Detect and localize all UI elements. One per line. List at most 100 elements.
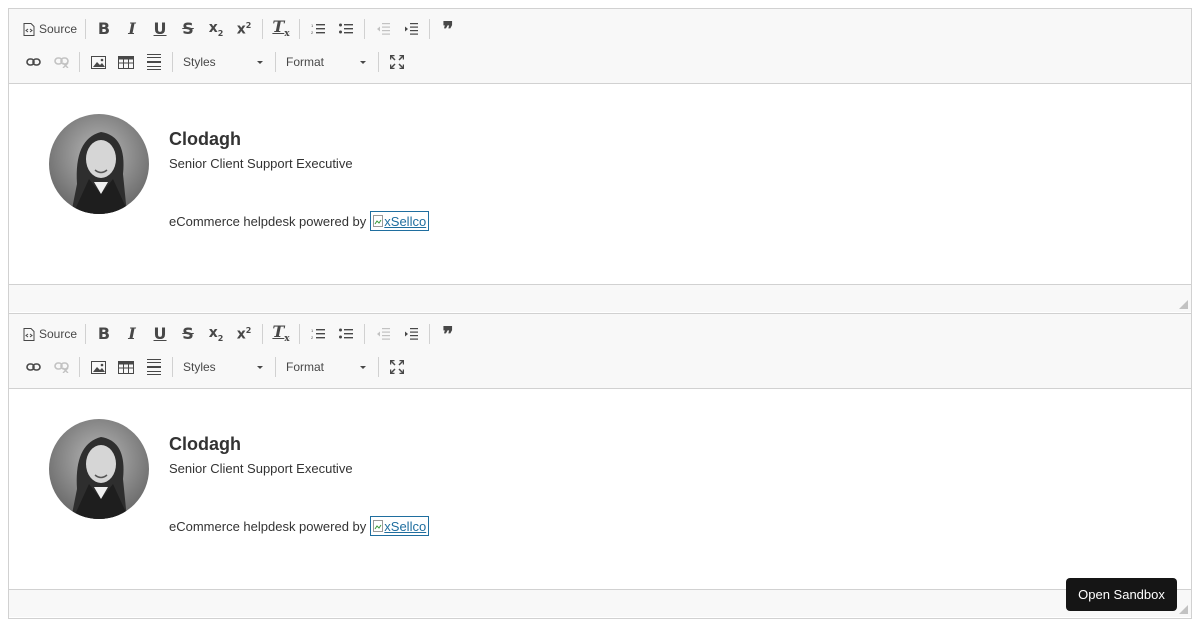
styles-dropdown[interactable]: Styles xyxy=(179,356,269,378)
indent-icon xyxy=(405,328,419,340)
superscript-icon: x2 xyxy=(236,325,252,343)
styles-label: Styles xyxy=(183,55,216,69)
unlink-icon xyxy=(53,362,69,373)
remove-format-icon: Tx xyxy=(272,321,290,345)
subscript-button[interactable]: x2 xyxy=(204,322,228,346)
superscript-button[interactable]: x2 xyxy=(232,322,256,346)
outdent-button[interactable] xyxy=(371,17,395,41)
unlink-button[interactable] xyxy=(49,355,73,379)
bulleted-list-button[interactable] xyxy=(334,17,358,41)
toolbar-separator xyxy=(79,357,80,377)
editor-1: Source B I U S x2 x2 Tx 12 ❞ Styles Form… xyxy=(8,8,1192,314)
chevron-down-icon xyxy=(257,365,263,369)
table-button[interactable] xyxy=(114,355,138,379)
toolbar-separator xyxy=(172,52,173,72)
maximize-button[interactable] xyxy=(385,50,409,74)
numbered-list-button[interactable]: 12 xyxy=(306,322,330,346)
toolbar-separator xyxy=(275,52,276,72)
table-icon xyxy=(118,360,134,374)
unlink-icon xyxy=(53,57,69,68)
table-icon xyxy=(118,55,134,69)
toolbar-separator xyxy=(429,324,431,344)
remove-format-icon: Tx xyxy=(272,16,290,40)
editor-bottom-bar xyxy=(9,589,1191,617)
blockquote-button[interactable]: ❞ xyxy=(436,17,460,41)
image-icon xyxy=(90,55,106,69)
source-button[interactable]: Source xyxy=(21,17,79,41)
indent-button[interactable] xyxy=(399,322,423,346)
italic-icon: I xyxy=(128,324,136,343)
remove-format-button[interactable]: Tx xyxy=(269,17,293,41)
editor-content[interactable]: Clodagh Senior Client Support Executive … xyxy=(9,389,1191,589)
unlink-button[interactable] xyxy=(49,50,73,74)
editor-2: Source B I U S x2 x2 Tx 12 ❞ Styles Form… xyxy=(8,313,1192,619)
signature-powered-by: eCommerce helpdesk powered by xSellco xyxy=(169,211,430,231)
italic-button[interactable]: I xyxy=(120,322,144,346)
strikethrough-icon: S xyxy=(182,19,194,38)
superscript-icon: x2 xyxy=(236,20,252,38)
resize-grip-icon[interactable] xyxy=(1179,605,1188,614)
image-button[interactable] xyxy=(86,50,110,74)
underline-icon: U xyxy=(153,324,167,343)
svg-text:2: 2 xyxy=(311,335,314,340)
format-dropdown[interactable]: Format xyxy=(282,356,372,378)
outdent-icon xyxy=(377,23,391,35)
editor-bottom-bar xyxy=(9,284,1191,312)
strikethrough-button[interactable]: S xyxy=(176,17,200,41)
horizontal-line-button[interactable] xyxy=(142,50,166,74)
strikethrough-button[interactable]: S xyxy=(176,322,200,346)
xsellco-logo-link[interactable]: xSellco xyxy=(370,211,430,231)
svg-text:1: 1 xyxy=(311,328,314,333)
open-sandbox-button[interactable]: Open Sandbox xyxy=(1066,578,1177,611)
numbered-list-icon: 12 xyxy=(311,23,326,35)
xsellco-logo-link[interactable]: xSellco xyxy=(370,516,430,536)
toolbar-separator xyxy=(364,19,366,39)
toolbar-row-2: Styles Format xyxy=(19,48,411,76)
styles-dropdown[interactable]: Styles xyxy=(179,51,269,73)
resize-grip-icon[interactable] xyxy=(1179,300,1188,309)
source-icon xyxy=(23,22,35,36)
italic-button[interactable]: I xyxy=(120,17,144,41)
underline-icon: U xyxy=(153,19,167,38)
toolbar-separator xyxy=(429,19,431,39)
subscript-button[interactable]: x2 xyxy=(204,17,228,41)
logo-alt-text: xSellco xyxy=(384,213,427,229)
blockquote-icon: ❞ xyxy=(442,17,454,41)
link-button[interactable] xyxy=(21,50,45,74)
bold-button[interactable]: B xyxy=(92,322,116,346)
bulleted-list-button[interactable] xyxy=(334,322,358,346)
bold-icon: B xyxy=(97,19,111,38)
underline-button[interactable]: U xyxy=(148,322,172,346)
link-button[interactable] xyxy=(21,355,45,379)
editor-toolbar: Source B I U S x2 x2 Tx 12 ❞ Styles Form… xyxy=(9,9,1191,84)
horizontal-line-button[interactable] xyxy=(142,355,166,379)
indent-button[interactable] xyxy=(399,17,423,41)
editor-content[interactable]: Clodagh Senior Client Support Executive … xyxy=(9,84,1191,284)
outdent-button[interactable] xyxy=(371,322,395,346)
remove-format-button[interactable]: Tx xyxy=(269,322,293,346)
format-dropdown[interactable]: Format xyxy=(282,51,372,73)
image-icon xyxy=(90,360,106,374)
subscript-icon: x2 xyxy=(208,19,224,38)
toolbar-row-1: Source B I U S x2 x2 Tx 12 ❞ xyxy=(19,15,462,43)
editor-toolbar: Source B I U S x2 x2 Tx 12 ❞ Styles Form… xyxy=(9,314,1191,389)
signature-powered-by: eCommerce helpdesk powered by xSellco xyxy=(169,516,430,536)
chevron-down-icon xyxy=(360,60,366,64)
avatar xyxy=(49,419,149,519)
source-label: Source xyxy=(39,22,78,36)
underline-button[interactable]: U xyxy=(148,17,172,41)
image-button[interactable] xyxy=(86,355,110,379)
blockquote-button[interactable]: ❞ xyxy=(436,322,460,346)
toolbar-separator xyxy=(262,324,264,344)
table-button[interactable] xyxy=(114,50,138,74)
powered-by-text: eCommerce helpdesk powered by xyxy=(169,213,367,229)
toolbar-row-1: Source B I U S x2 x2 Tx 12 ❞ xyxy=(19,320,462,348)
logo-alt-text: xSellco xyxy=(384,518,427,534)
numbered-list-button[interactable]: 12 xyxy=(306,17,330,41)
toolbar-separator xyxy=(275,357,276,377)
source-button[interactable]: Source xyxy=(21,322,79,346)
maximize-button[interactable] xyxy=(385,355,409,379)
format-label: Format xyxy=(286,55,325,69)
bold-button[interactable]: B xyxy=(92,17,116,41)
superscript-button[interactable]: x2 xyxy=(232,17,256,41)
